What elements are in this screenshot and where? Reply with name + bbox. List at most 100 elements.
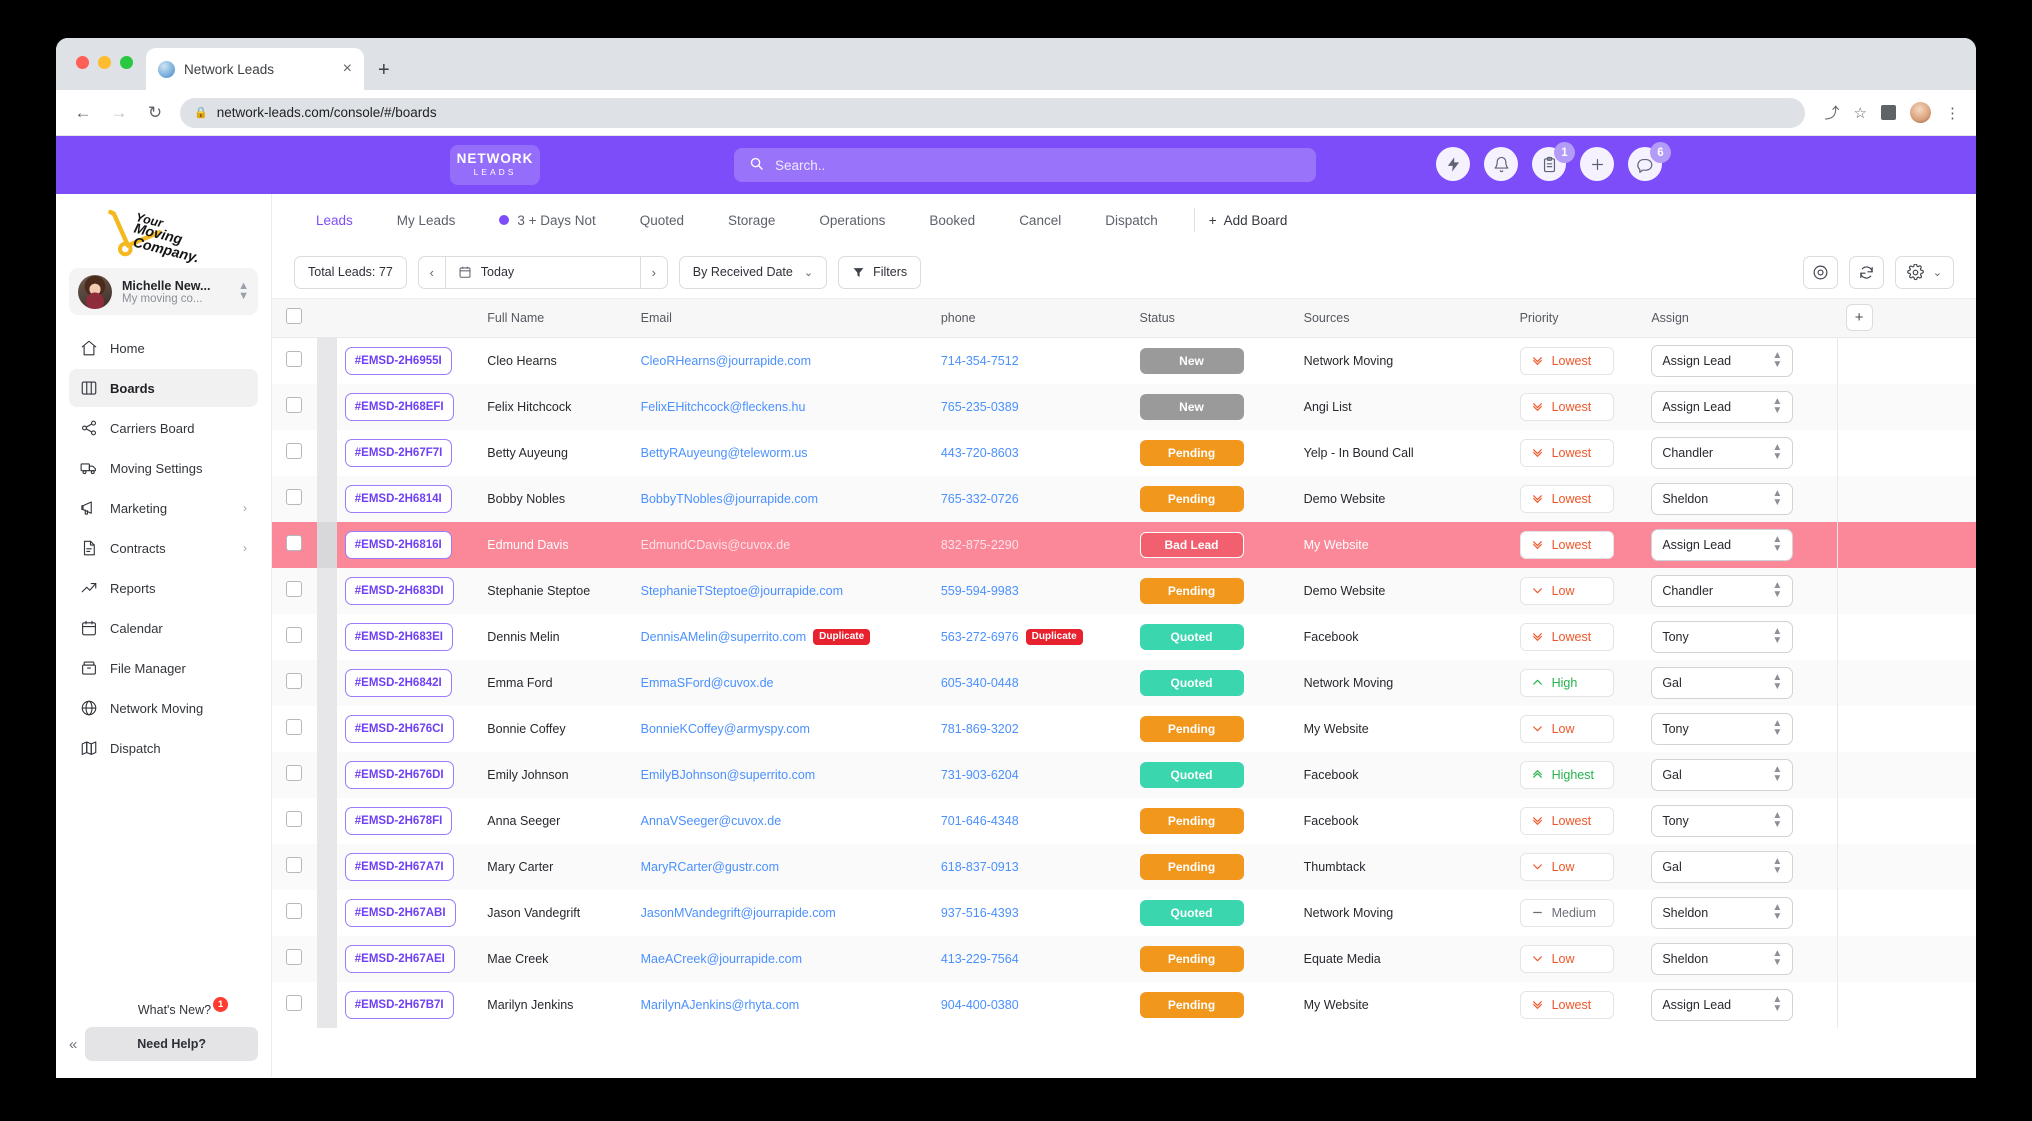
priority-selector[interactable]: Low [1519,576,1614,605]
network-leads-logo[interactable]: NETWORK LEADS [450,145,540,185]
lead-id-chip[interactable]: #EMSD-2H683EI [344,622,453,651]
priority-selector[interactable]: Lowest [1519,622,1614,651]
row-checkbox[interactable] [286,765,302,781]
lead-id-chip[interactable]: #EMSD-2H676DI [344,760,454,789]
sidebar-item-moving-settings[interactable]: Moving Settings [69,449,258,487]
sources-header[interactable]: Sources [1295,299,1512,338]
priority-selector[interactable]: Low [1519,852,1614,881]
status-badge[interactable]: Pending [1139,485,1244,512]
assign-dropdown[interactable]: Tony ▲ ▼ [1651,712,1794,745]
tab-operations[interactable]: Operations [797,213,907,228]
email-link[interactable]: MaeACreek@jourrapide.com [641,952,802,966]
priority-selector[interactable]: Low [1519,714,1614,743]
clipboard-icon[interactable]: 1 [1532,142,1575,181]
search-input[interactable] [775,157,1301,173]
target-icon[interactable] [1802,255,1838,289]
table-row[interactable]: #EMSD-2H676DI Emily Johnson EmilyBJohnso… [272,751,1976,798]
lead-id-chip[interactable]: #EMSD-2H676CI [344,714,454,743]
filters-button[interactable]: Filters [838,255,922,289]
row-checkbox[interactable] [286,489,302,505]
next-date-button[interactable]: › [640,255,668,289]
priority-selector[interactable]: Lowest [1519,392,1614,421]
assign-dropdown[interactable]: Gal ▲ ▼ [1651,666,1794,699]
add-board-button[interactable]: + Add Board [1209,213,1288,228]
assign-dropdown[interactable]: Gal ▲ ▼ [1651,758,1794,791]
bookmark-star-icon[interactable]: ☆ [1854,104,1867,122]
tab-leads[interactable]: Leads [294,213,375,228]
email-link[interactable]: BobbyTNobles@jourrapide.com [641,492,818,506]
phone-link[interactable]: 731-903-6204 [941,768,1019,782]
status-badge[interactable]: Pending [1139,715,1244,742]
email-link[interactable]: FelixEHitchcock@fleckens.hu [641,400,806,414]
sync-icon[interactable] [1848,255,1884,289]
table-row[interactable]: #EMSD-2H6814I Bobby Nobles BobbyTNobles@… [272,475,1976,522]
table-row[interactable]: #EMSD-2H67ABI Jason Vandegrift JasonMVan… [272,889,1976,936]
status-badge[interactable]: Pending [1139,807,1244,834]
lead-id-chip[interactable]: #EMSD-2H68EFI [344,392,454,421]
user-profile-switcher[interactable]: Michelle New... My moving co... ▲ ▼ [69,268,258,315]
table-row[interactable]: #EMSD-2H678FI Anna Seeger AnnaVSeeger@cu… [272,797,1976,844]
sidebar-item-contracts[interactable]: Contracts › [69,529,258,567]
priority-header[interactable]: Priority [1511,299,1644,338]
priority-selector[interactable]: High [1519,668,1614,697]
bell-icon[interactable] [1484,147,1518,181]
chat-icon[interactable]: 6 [1628,142,1671,181]
row-checkbox[interactable] [286,535,302,551]
phone-link[interactable]: 765-235-0389 [941,400,1019,414]
status-badge[interactable]: New [1139,347,1244,374]
phone-link[interactable]: 904-400-0380 [941,998,1019,1012]
table-row[interactable]: #EMSD-2H683DI Stephanie Steptoe Stephani… [272,567,1976,614]
priority-selector[interactable]: Lowest [1519,438,1614,467]
email-link[interactable]: EdmundCDavis@cuvox.de [641,538,791,552]
date-field[interactable]: Today [444,255,641,289]
tab-dispatch[interactable]: Dispatch [1083,213,1180,228]
priority-selector[interactable]: Lowest [1519,346,1614,375]
status-badge[interactable]: Pending [1139,577,1244,604]
select-all-checkbox[interactable] [286,308,302,325]
sort-dropdown[interactable]: By Received Date ⌄ [678,255,828,289]
phone-link[interactable]: 832-875-2290 [941,538,1019,552]
phone-link[interactable]: 714-354-7512 [941,354,1019,368]
browser-tab[interactable]: Network Leads × [146,48,364,90]
phone-link[interactable]: 781-869-3202 [941,722,1019,736]
minimize-window-button[interactable] [98,56,111,69]
row-checkbox[interactable] [286,581,302,597]
phone-link[interactable]: 937-516-4393 [941,906,1019,920]
assign-dropdown[interactable]: Gal ▲ ▼ [1651,850,1794,883]
sidebar-item-carriers-board[interactable]: Carriers Board [69,409,258,447]
table-row[interactable]: #EMSD-2H67A7I Mary Carter MaryRCarter@gu… [272,843,1976,890]
forward-button[interactable]: → [108,103,130,123]
lead-id-chip[interactable]: #EMSD-2H67F7I [344,438,453,467]
phone-link[interactable]: 605-340-0448 [941,676,1019,690]
assign-dropdown[interactable]: Sheldon ▲ ▼ [1651,896,1794,929]
row-checkbox[interactable] [286,719,302,735]
row-checkbox[interactable] [286,443,302,459]
extensions-icon[interactable] [1881,105,1896,120]
assign-dropdown[interactable]: Chandler ▲ ▼ [1651,436,1794,469]
sidebar-item-file-manager[interactable]: File Manager [69,649,258,687]
assign-dropdown[interactable]: Chandler ▲ ▼ [1651,574,1794,607]
email-link[interactable]: BonnieKCoffey@armyspy.com [641,722,810,736]
lead-id-chip[interactable]: #EMSD-2H678FI [344,806,453,835]
status-badge[interactable]: Quoted [1139,669,1244,696]
lead-id-chip[interactable]: #EMSD-2H683DI [344,576,454,605]
status-badge[interactable]: Pending [1139,945,1244,972]
sidebar-item-home[interactable]: Home [69,329,258,367]
priority-selector[interactable]: Lowest [1519,484,1614,513]
status-badge[interactable]: Quoted [1139,761,1244,788]
phone-link[interactable]: 765-332-0726 [941,492,1019,506]
row-checkbox[interactable] [286,857,302,873]
assign-dropdown[interactable]: Sheldon ▲ ▼ [1651,942,1794,975]
row-checkbox[interactable] [286,811,302,827]
browser-menu-icon[interactable]: ⋮ [1945,104,1960,122]
tab-booked[interactable]: Booked [907,213,997,228]
lead-id-chip[interactable]: #EMSD-2H6955I [344,346,452,375]
tab-3-days-not[interactable]: 3 + Days Not [477,213,617,228]
row-checkbox[interactable] [286,949,302,965]
flash-icon[interactable] [1436,147,1470,181]
close-window-button[interactable] [76,56,89,69]
collapse-sidebar-icon[interactable]: « [69,1036,77,1053]
global-search[interactable] [734,148,1316,182]
row-checkbox[interactable] [286,351,302,367]
priority-selector[interactable]: Low [1519,944,1614,973]
